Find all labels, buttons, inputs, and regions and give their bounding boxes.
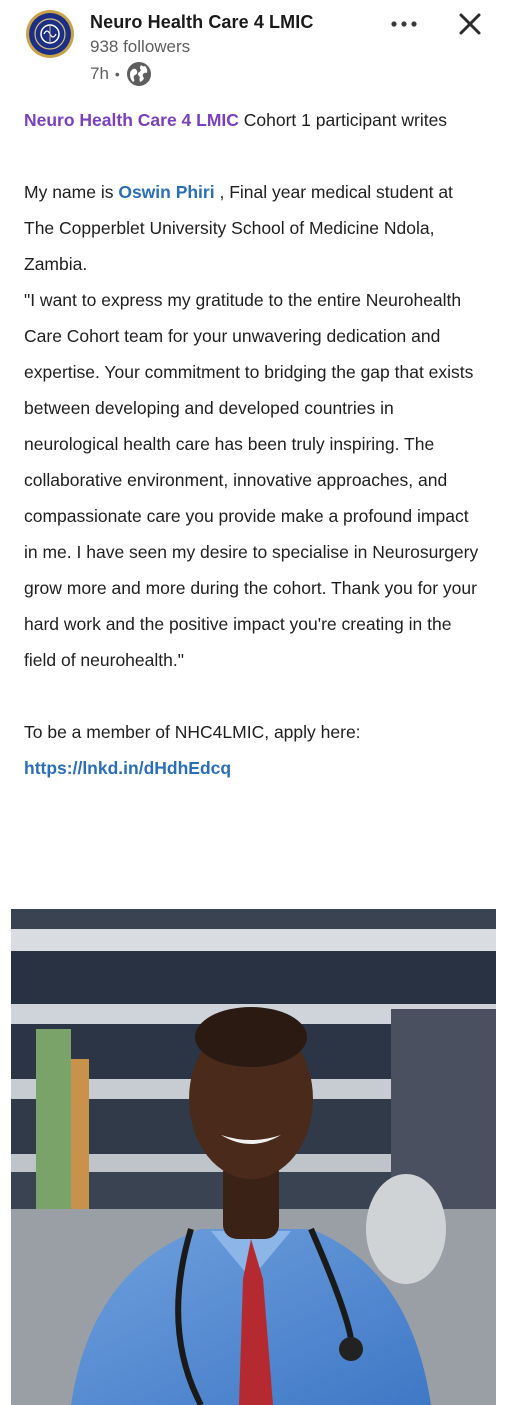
org-logo-icon: [29, 13, 71, 55]
post-header: Neuro Health Care 4 LMIC 938 followers 7…: [0, 0, 508, 100]
post-introduction: My name is Oswin Phiri , Final year medi…: [24, 174, 484, 282]
meta-separator: •: [114, 66, 120, 82]
more-options-button[interactable]: [388, 10, 420, 38]
post-meta: 7h •: [90, 60, 152, 88]
intro-prefix: My name is: [24, 182, 119, 202]
person-mention-link[interactable]: Oswin Phiri: [118, 182, 214, 202]
follower-count: 938 followers: [90, 37, 191, 56]
close-icon: [459, 13, 481, 35]
post-cta: To be a member of NHC4LMIC, apply here:: [24, 722, 361, 742]
post-quote: "I want to express my gratitude to the e…: [24, 290, 479, 670]
org-avatar[interactable]: [26, 10, 74, 58]
post-intro: Neuro Health Care 4 LMIC Cohort 1 partic…: [24, 102, 484, 138]
globe-icon: [126, 62, 151, 86]
org-name[interactable]: Neuro Health Care 4 LMIC: [90, 12, 313, 33]
post-intro-text: Cohort 1 participant writes: [238, 110, 448, 130]
post-body: Neuro Health Care 4 LMIC Cohort 1 partic…: [24, 102, 484, 786]
post-time: 7h: [90, 64, 109, 83]
post-photo[interactable]: [11, 909, 496, 1405]
apply-link[interactable]: https://lnkd.in/dHdhEdcq: [24, 758, 231, 778]
more-horizontal-icon: [391, 21, 417, 27]
close-button[interactable]: [454, 8, 486, 40]
org-mention-link[interactable]: Neuro Health Care 4 LMIC: [24, 110, 239, 130]
